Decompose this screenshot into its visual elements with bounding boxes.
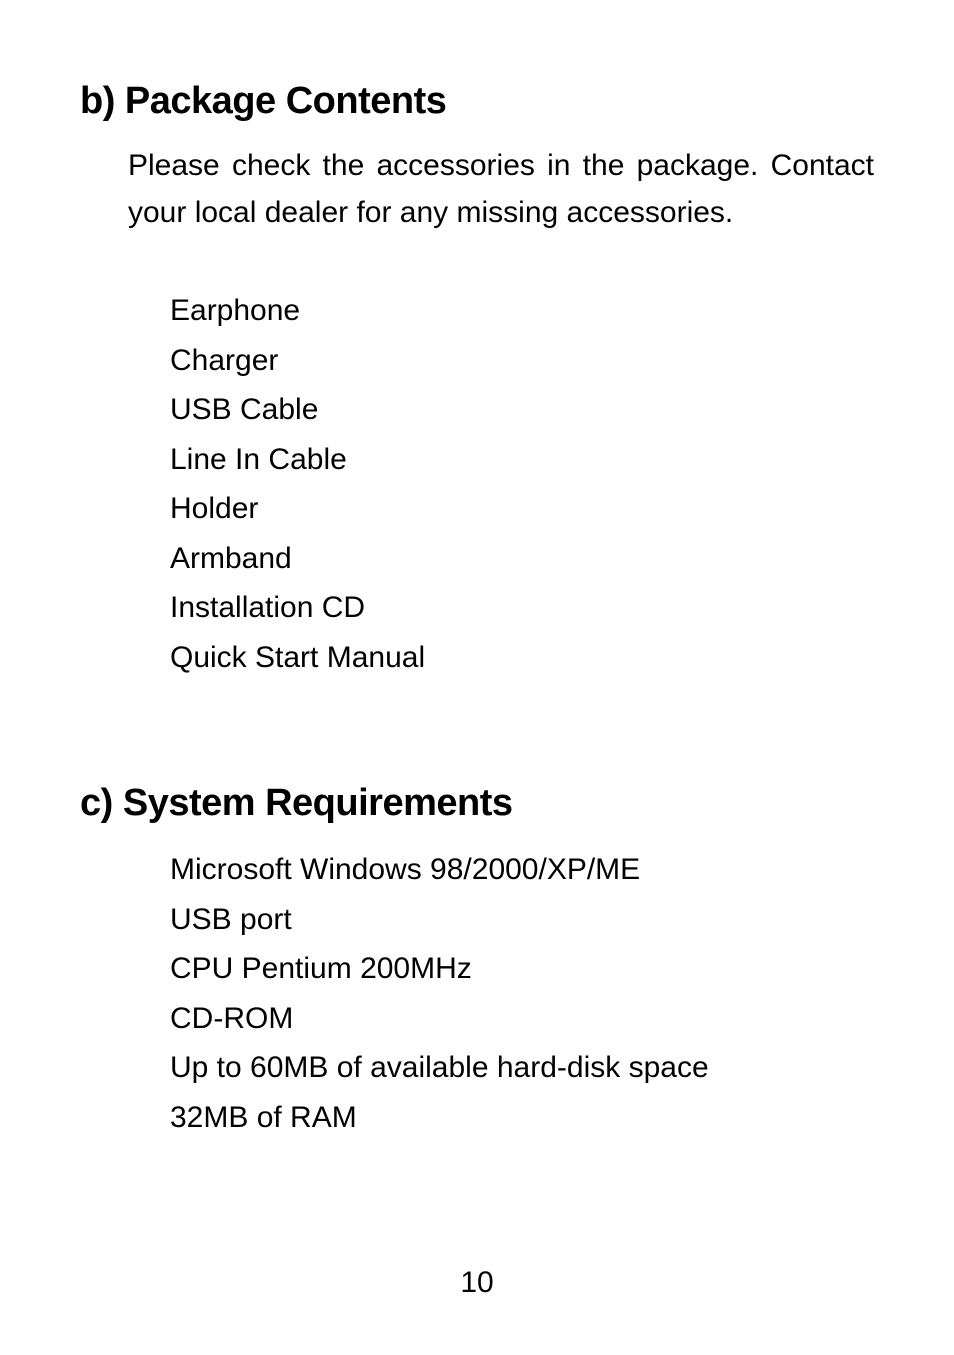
list-item: Installation CD [170, 583, 874, 633]
section-c-heading: c) System Requirements [80, 782, 874, 825]
list-item: Quick Start Manual [170, 633, 874, 683]
list-item: Microsoft Windows 98/2000/XP/ME [170, 845, 874, 895]
list-item: Armband [170, 534, 874, 584]
list-item: Holder [170, 484, 874, 534]
section-b-heading: b) Package Contents [80, 80, 874, 123]
list-item: Earphone [170, 286, 874, 336]
section-b-intro: Please check the accessories in the pack… [128, 143, 874, 236]
package-contents-list: Earphone Charger USB Cable Line In Cable… [170, 286, 874, 682]
list-item: Charger [170, 336, 874, 386]
list-item: CPU Pentium 200MHz [170, 944, 874, 994]
list-item: Up to 60MB of available hard-disk space [170, 1043, 874, 1093]
list-item: CD-ROM [170, 994, 874, 1044]
list-item: Line In Cable [170, 435, 874, 485]
section-system-requirements: c) System Requirements Microsoft Windows… [80, 782, 874, 1142]
list-item: 32MB of RAM [170, 1093, 874, 1143]
list-item: USB Cable [170, 385, 874, 435]
list-item: USB port [170, 895, 874, 945]
page-number: 10 [0, 1266, 954, 1300]
system-requirements-list: Microsoft Windows 98/2000/XP/ME USB port… [170, 845, 874, 1142]
section-package-contents: b) Package Contents Please check the acc… [80, 80, 874, 682]
